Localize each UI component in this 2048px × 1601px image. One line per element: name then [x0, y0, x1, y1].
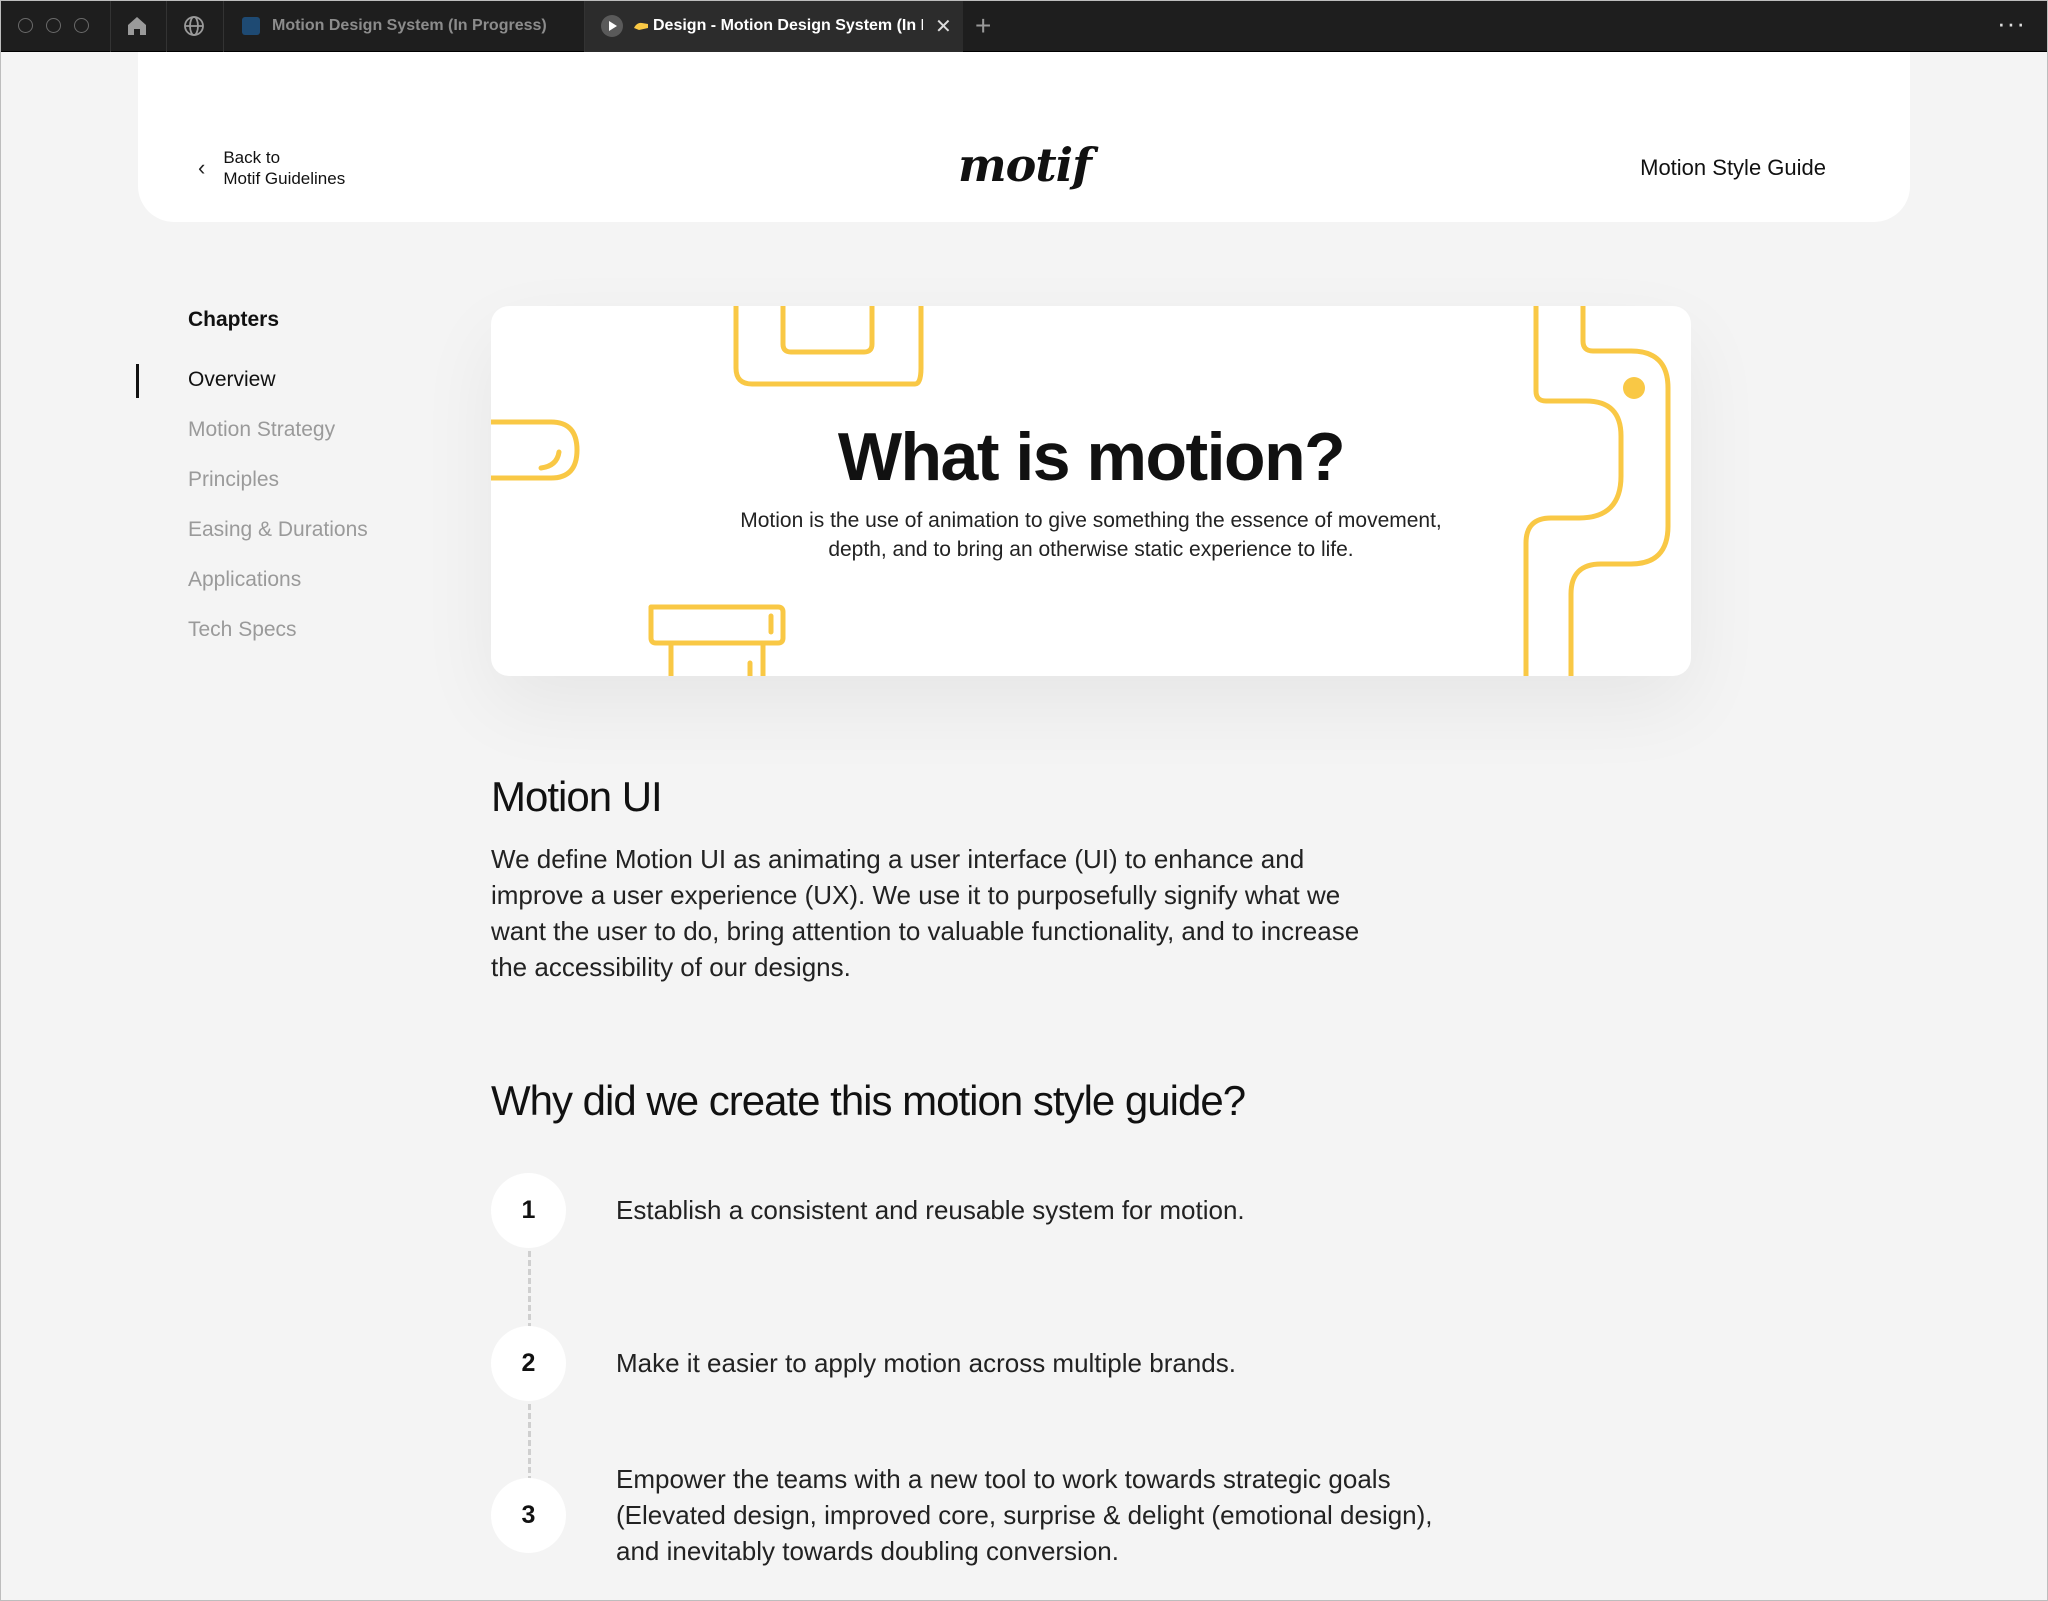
browser-tab-bar: Motion Design System (In Progress) Desig…	[0, 0, 2048, 52]
tab-design-motion-design-system[interactable]: Design - Motion Design System (In Progre…	[585, 0, 963, 52]
sidebar-item-applications[interactable]: Applications	[188, 568, 301, 592]
hero-subtitle-line-1: Motion is the use of animation to give s…	[740, 509, 1442, 532]
back-link-line-1: Back to	[223, 148, 281, 167]
divider	[166, 0, 167, 52]
motion-ui-heading: Motion UI	[491, 773, 663, 820]
window-minimize-button[interactable]	[46, 18, 61, 33]
sidebar-item-overview[interactable]: Overview	[188, 368, 276, 392]
sidebar-item-easing-durations[interactable]: Easing & Durations	[188, 518, 368, 542]
active-chapter-indicator	[136, 364, 139, 398]
globe-icon[interactable]	[182, 14, 206, 38]
page-header: ‹ Back to Motif Guidelines motif Motion …	[138, 52, 1910, 222]
play-icon[interactable]	[601, 15, 623, 37]
sidebar-item-motion-strategy[interactable]: Motion Strategy	[188, 418, 335, 442]
step-text: Make it easier to apply motion across mu…	[616, 1348, 1236, 1378]
hero-subtitle-line-2: depth, and to bring an otherwise static …	[828, 538, 1354, 561]
step-text: Establish a consistent and reusable syst…	[616, 1195, 1245, 1225]
tab-motion-design-system[interactable]: Motion Design System (In Progress)	[224, 0, 584, 52]
hand-emoji-icon	[634, 22, 648, 30]
tab-label: Design - Motion Design System (In Progre…	[653, 17, 923, 34]
window-maximize-button[interactable]	[74, 18, 89, 33]
chevron-left-icon: ‹	[198, 155, 206, 180]
hero-card: What is motion? Motion is the use of ani…	[491, 306, 1691, 676]
tab-close-icon[interactable]: ✕	[935, 14, 952, 39]
motif-logo[interactable]: motif	[958, 138, 1092, 192]
hero-title: What is motion?	[837, 419, 1346, 495]
step-connector	[528, 1404, 531, 1482]
back-link-line-2: Motif Guidelines	[223, 169, 346, 188]
step-connector	[528, 1251, 531, 1329]
back-to-guidelines-link[interactable]: ‹ Back to Motif Guidelines	[198, 147, 345, 189]
file-favicon-icon	[242, 17, 260, 35]
step-number-badge: 2	[491, 1326, 566, 1401]
step-text: Empower the teams with a new tool to wor…	[616, 1464, 1433, 1566]
hero-subtitle: Motion is the use of animation to give s…	[691, 506, 1491, 564]
step-number-badge: 1	[491, 1173, 566, 1248]
motion-ui-body: We define Motion UI as animating a user …	[491, 844, 1360, 982]
new-tab-button[interactable]: +	[975, 10, 991, 42]
window-close-button[interactable]	[18, 18, 33, 33]
divider	[110, 0, 111, 52]
tab-label: Motion Design System (In Progress)	[272, 17, 547, 34]
sidebar-item-tech-specs[interactable]: Tech Specs	[188, 618, 297, 642]
sidebar-item-principles[interactable]: Principles	[188, 468, 279, 492]
step-number-badge: 3	[491, 1478, 566, 1553]
home-icon[interactable]	[125, 14, 149, 38]
back-link-label: Back to Motif Guidelines	[223, 147, 345, 189]
guide-title: Motion Style Guide	[1640, 155, 1826, 180]
why-heading: Why did we create this motion style guid…	[491, 1077, 1246, 1124]
more-options-icon[interactable]: ···	[1997, 8, 2026, 39]
chapters-heading: Chapters	[188, 308, 280, 331]
